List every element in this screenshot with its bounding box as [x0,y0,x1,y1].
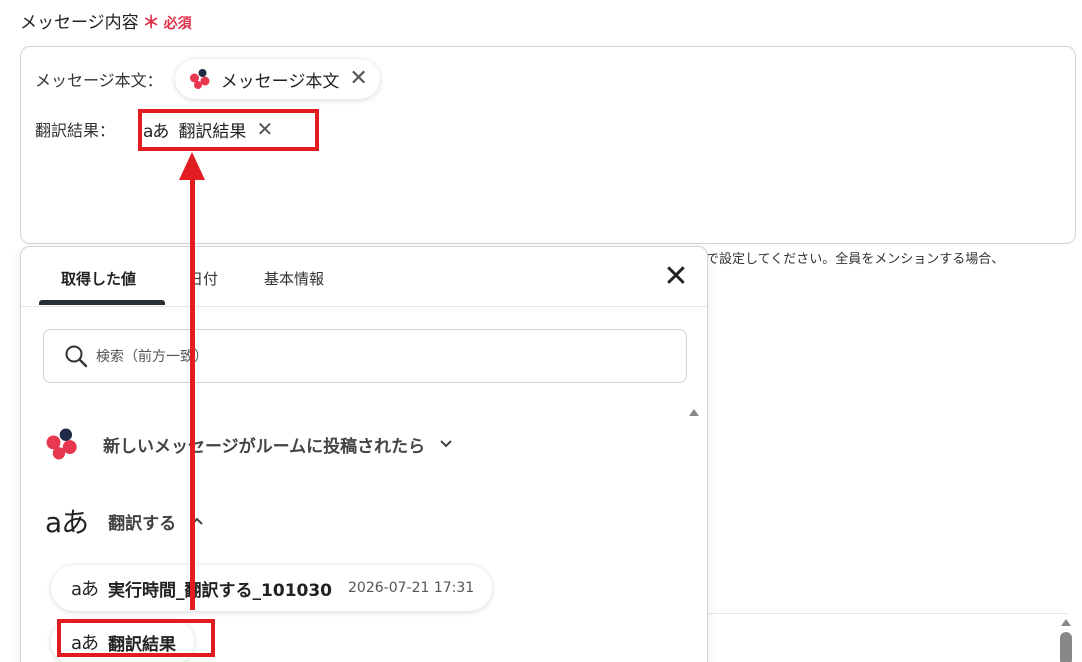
search-input[interactable]: 検索（前方一致） [43,329,687,383]
tab-acquired-values[interactable]: 取得した値 [61,268,136,289]
divider [708,613,1068,614]
chatwork-logo-icon [46,428,77,460]
group-label: 翻訳する [108,513,177,534]
group-translate[interactable]: aあ 翻訳する [45,501,204,541]
item-value: 2026-07-21 17:31 [348,580,475,596]
scroll-up-arrow-icon[interactable] [689,409,699,416]
field-label-text: メッセージ内容 [20,13,139,33]
translate-aa-icon: aあ [45,506,89,539]
required-star: ＊ [142,13,160,33]
tab-basic-info[interactable]: 基本情報 [264,268,324,289]
required-badge: 必須 [163,16,192,32]
scroll-up-arrow-icon[interactable] [1061,619,1071,626]
search-icon [65,345,88,368]
group-chatwork-trigger[interactable]: 新しいメッセージがルームに投稿されたら [45,427,453,461]
message-body-label: メッセージ本文： [35,71,163,90]
picker-tabs: 取得した値 日付 基本情報 ✕ [21,247,707,307]
variable-picker-panel: 取得した値 日付 基本情報 ✕ 検索（前方一致） 新しいメッセージがルームに投稿… [20,246,708,662]
annotation-arrow-shaft [190,176,195,610]
chevron-down-icon[interactable] [439,439,453,449]
field-label: メッセージ内容 ＊ 必須 [20,8,192,33]
message-body-chip-label: メッセージ本文 [220,71,340,92]
help-text: で設定してください。全員をメンションする場合、 [706,252,1005,267]
message-body-chip[interactable]: メッセージ本文 ✕ [174,59,380,99]
list-item[interactable]: aあ 実行時間_翻訳する_101030 2026-07-21 17:31 [51,565,493,611]
message-body-row: メッセージ本文： メッセージ本文 ✕ [35,59,380,99]
remove-chip-icon[interactable]: ✕ [349,68,367,90]
group-label: 新しいメッセージがルームに投稿されたら [103,436,426,457]
highlight-box [57,619,215,657]
translation-result-label: 翻訳結果： [35,121,116,140]
item-name: 実行時間_翻訳する_101030 [108,580,333,601]
scrollbar-thumb[interactable] [1060,632,1072,662]
close-icon[interactable]: ✕ [663,262,689,292]
highlight-box [138,109,319,151]
active-tab-indicator [39,300,165,305]
translate-aa-icon: aあ [71,579,99,600]
chatwork-logo-icon [189,69,210,89]
